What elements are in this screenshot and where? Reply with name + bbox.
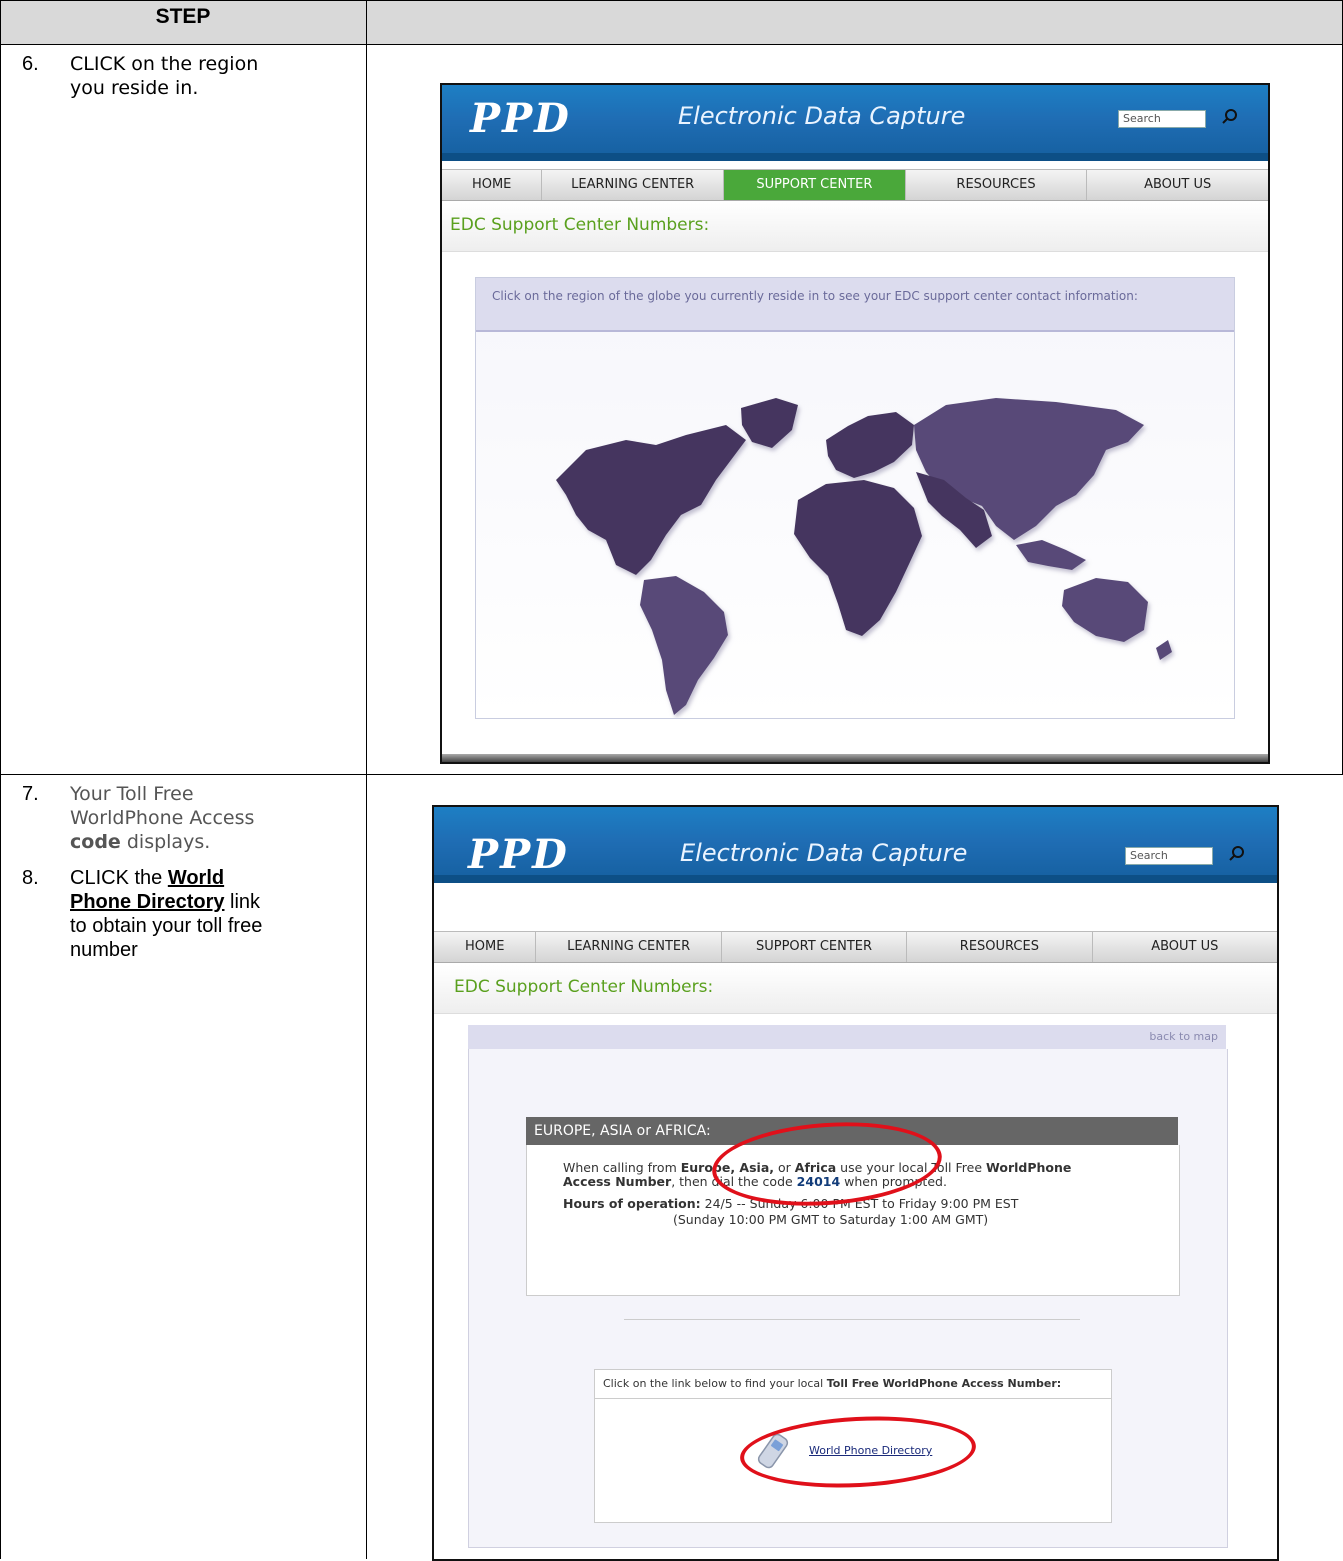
step-column-header: STEP — [155, 5, 211, 28]
site-banner: PPD Electronic Data Capture Search — [442, 85, 1268, 161]
world-map — [556, 398, 1172, 715]
step-7-text: Your Toll Free WorldPhone Access code di… — [70, 783, 255, 853]
nav-support-center[interactable]: SUPPORT CENTER — [722, 932, 908, 962]
nav-resources[interactable]: RESOURCES — [907, 932, 1093, 962]
main-nav: HOME LEARNING CENTER SUPPORT CENTER RESO… — [434, 931, 1277, 963]
region-europe[interactable] — [826, 412, 914, 478]
divider — [624, 1319, 1080, 1320]
map-instructions: Click on the region of the globe you cur… — [476, 278, 1234, 332]
screenshot-region-map: PPD Electronic Data Capture Search HOME … — [440, 83, 1270, 764]
region-map-panel: Click on the region of the globe you cur… — [475, 277, 1235, 719]
site-title: Electronic Data Capture — [680, 839, 968, 867]
page-title: EDC Support Center Numbers: — [434, 965, 1277, 1014]
nav-learning-center[interactable]: LEARNING CENTER — [542, 170, 725, 200]
region-australia[interactable] — [1062, 578, 1148, 642]
region-greenland[interactable] — [741, 398, 798, 448]
step-6-text: CLICK on the region you reside in. — [70, 53, 259, 99]
region-se-asia[interactable] — [1016, 540, 1086, 570]
main-nav: HOME LEARNING CENTER SUPPORT CENTER RESO… — [442, 169, 1268, 201]
nav-home[interactable]: HOME — [434, 932, 537, 962]
page-title: EDC Support Center Numbers: — [442, 203, 1268, 252]
step-8-number: 8. — [22, 867, 39, 889]
nav-about-us[interactable]: ABOUT US — [1087, 170, 1268, 200]
nav-learning-center[interactable]: LEARNING CENTER — [536, 932, 722, 962]
region-south-america[interactable] — [640, 576, 728, 715]
ppd-logo: PPD — [468, 831, 569, 878]
nav-support-center[interactable]: SUPPORT CENTER — [724, 170, 906, 200]
region-africa[interactable] — [794, 480, 922, 636]
nav-home[interactable]: HOME — [442, 170, 543, 200]
search-input[interactable]: Search — [1118, 110, 1206, 128]
back-to-map-link[interactable]: back to map — [1149, 1030, 1218, 1043]
search-input[interactable]: Search — [1125, 847, 1213, 865]
screenshot-region-result: PPD Electronic Data Capture Search HOME … — [432, 805, 1279, 1561]
site-banner: PPD Electronic Data Capture Search — [434, 807, 1277, 883]
ppd-logo: PPD — [470, 95, 571, 142]
search-icon[interactable] — [1218, 108, 1242, 128]
nav-resources[interactable]: RESOURCES — [906, 170, 1088, 200]
search-icon[interactable] — [1225, 845, 1249, 865]
site-title: Electronic Data Capture — [678, 102, 966, 130]
step-8-text: CLICK the World Phone Directory link to … — [70, 867, 263, 961]
step-6-number: 6. — [22, 53, 39, 75]
region-north-america[interactable] — [556, 425, 746, 575]
back-bar: back to map — [468, 1025, 1226, 1049]
link-instructions: Click on the link below to find your loc… — [595, 1370, 1111, 1399]
nav-about-us[interactable]: ABOUT US — [1093, 932, 1277, 962]
step-7-number: 7. — [22, 783, 39, 805]
